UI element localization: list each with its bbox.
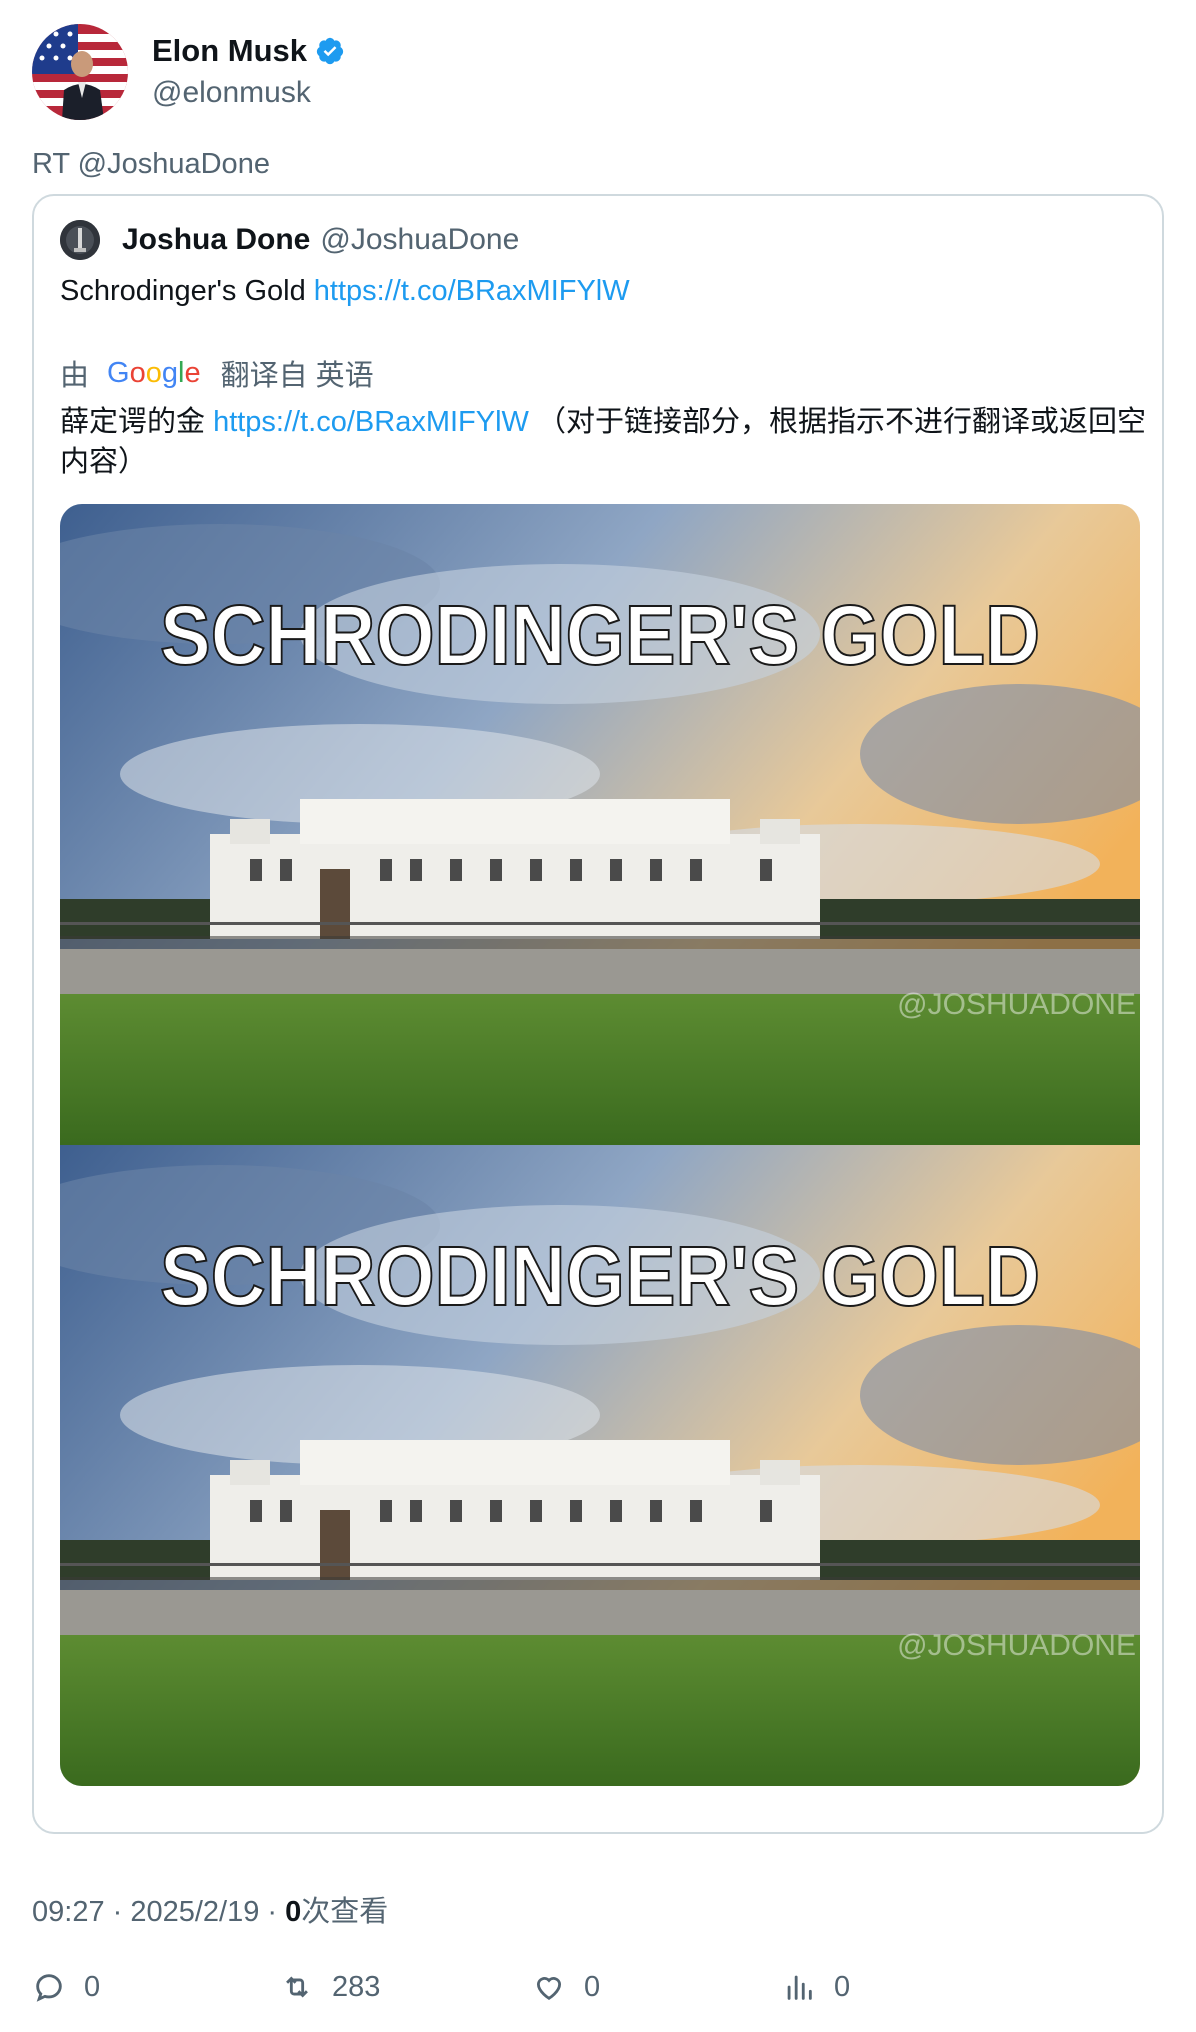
- retweet-label: RT @JoshuaDone: [32, 148, 270, 180]
- translated-text: 薛定谔的金 https://t.co/BRaxMIFYlW （对于链接部分，根据…: [60, 402, 1150, 482]
- author-display-name[interactable]: Elon Musk: [152, 31, 307, 71]
- views-count: 0: [285, 1896, 302, 1928]
- quoted-tweet-link[interactable]: https://t.co/BRaxMIFYlW: [314, 275, 630, 307]
- quoted-display-name[interactable]: Joshua Done: [122, 223, 310, 257]
- analytics-icon: [787, 1975, 812, 2000]
- translated-link[interactable]: https://t.co/BRaxMIFYlW: [213, 406, 529, 438]
- heart-icon: [536, 1977, 562, 2000]
- retweet-count: 283: [332, 1970, 381, 2003]
- tweet-header: Elon Musk @elonmusk: [32, 24, 345, 120]
- like-button[interactable]: 0: [532, 1970, 600, 2004]
- translated-text-before: 薛定谔的金: [60, 406, 214, 438]
- media-watermark-bottom: @JOSHUADONE: [897, 1629, 1136, 1662]
- author-handle[interactable]: @elonmusk: [152, 73, 345, 113]
- quoted-avatar[interactable]: [60, 220, 100, 260]
- tweet-meta: 09:27 · 2025/2/19 · 0次查看: [32, 1888, 388, 1930]
- reply-count: 0: [84, 1970, 101, 2003]
- views-action-count: 0: [834, 1970, 851, 2003]
- media-watermark-top: @JOSHUADONE: [897, 988, 1136, 1021]
- quoted-tweet-text: Schrodinger's Gold https://t.co/BRaxMIFY…: [60, 271, 630, 311]
- avatar[interactable]: [32, 24, 128, 120]
- like-count: 0: [584, 1970, 601, 2003]
- quoted-tweet-header: Joshua Done @JoshuaDone: [60, 220, 519, 260]
- reply-icon: [36, 1974, 62, 2002]
- quoted-tweet-card[interactable]: Joshua Done @JoshuaDone Schrodinger's Go…: [32, 194, 1164, 1834]
- translation-prefix: 由: [60, 360, 90, 392]
- media-image[interactable]: SCHRODINGER'S GOLD SCHRODINGER'S GOLD @J…: [60, 504, 1140, 1786]
- author-info: Elon Musk @elonmusk: [152, 31, 345, 113]
- verified-badge-icon: [316, 37, 344, 65]
- translation-suffix[interactable]: 翻译自 英语: [221, 352, 374, 394]
- google-logo: Google: [107, 356, 201, 389]
- action-bar: 0 283 0 0: [32, 1970, 1164, 2020]
- reply-button[interactable]: 0: [32, 1970, 100, 2004]
- retweet-button[interactable]: 283: [280, 1970, 380, 2004]
- name-row: Elon Musk: [152, 31, 345, 71]
- quoted-text-body: Schrodinger's Gold: [60, 275, 314, 307]
- views-button[interactable]: 0: [782, 1970, 850, 2004]
- tweet-page: Elon Musk @elonmusk RT @JoshuaDone Joshu…: [0, 0, 1196, 2032]
- views-label: 次查看: [301, 1896, 389, 1928]
- retweet-icon: [286, 1976, 308, 1998]
- translation-attribution: 由 Google 翻译自 英语: [60, 352, 374, 394]
- tweet-timestamp[interactable]: 09:27 · 2025/2/19 ·: [32, 1896, 285, 1928]
- quoted-handle[interactable]: @JoshuaDone: [320, 223, 519, 257]
- media-caption-bottom: SCHRODINGER'S GOLD: [160, 1229, 1040, 1323]
- media-caption-top: SCHRODINGER'S GOLD: [160, 588, 1040, 682]
